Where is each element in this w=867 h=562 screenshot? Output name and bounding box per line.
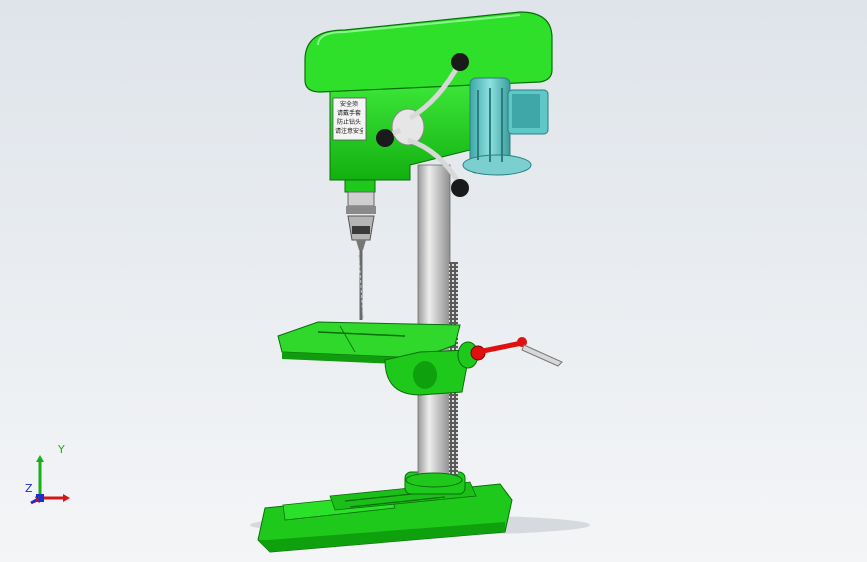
triad-axes-icon [30, 455, 70, 505]
name-plate: 安全须 请戴手套 防止钻头 请注意安全 [335, 100, 363, 138]
name-plate-line: 安全须 [339, 101, 358, 108]
graphics-viewport[interactable]: 安全须 请戴手套 防止钻头 请注意安全 Y Z X [0, 0, 867, 562]
coordinate-triad: Y Z X [20, 440, 80, 510]
x-axis-label: X [34, 496, 41, 506]
z-axis-label: Z [25, 482, 33, 495]
motor [462, 77, 549, 176]
y-axis-label: Y [58, 443, 65, 456]
spindle-chuck [346, 191, 376, 320]
table-crank-handle [470, 337, 563, 367]
name-plate-line: 请注意安全 [335, 128, 363, 135]
drill-press-model[interactable] [0, 0, 867, 562]
work-table [277, 321, 479, 396]
base [257, 471, 513, 553]
name-plate-line: 请戴手套 [336, 110, 361, 117]
name-plate-line: 防止钻头 [336, 119, 361, 126]
